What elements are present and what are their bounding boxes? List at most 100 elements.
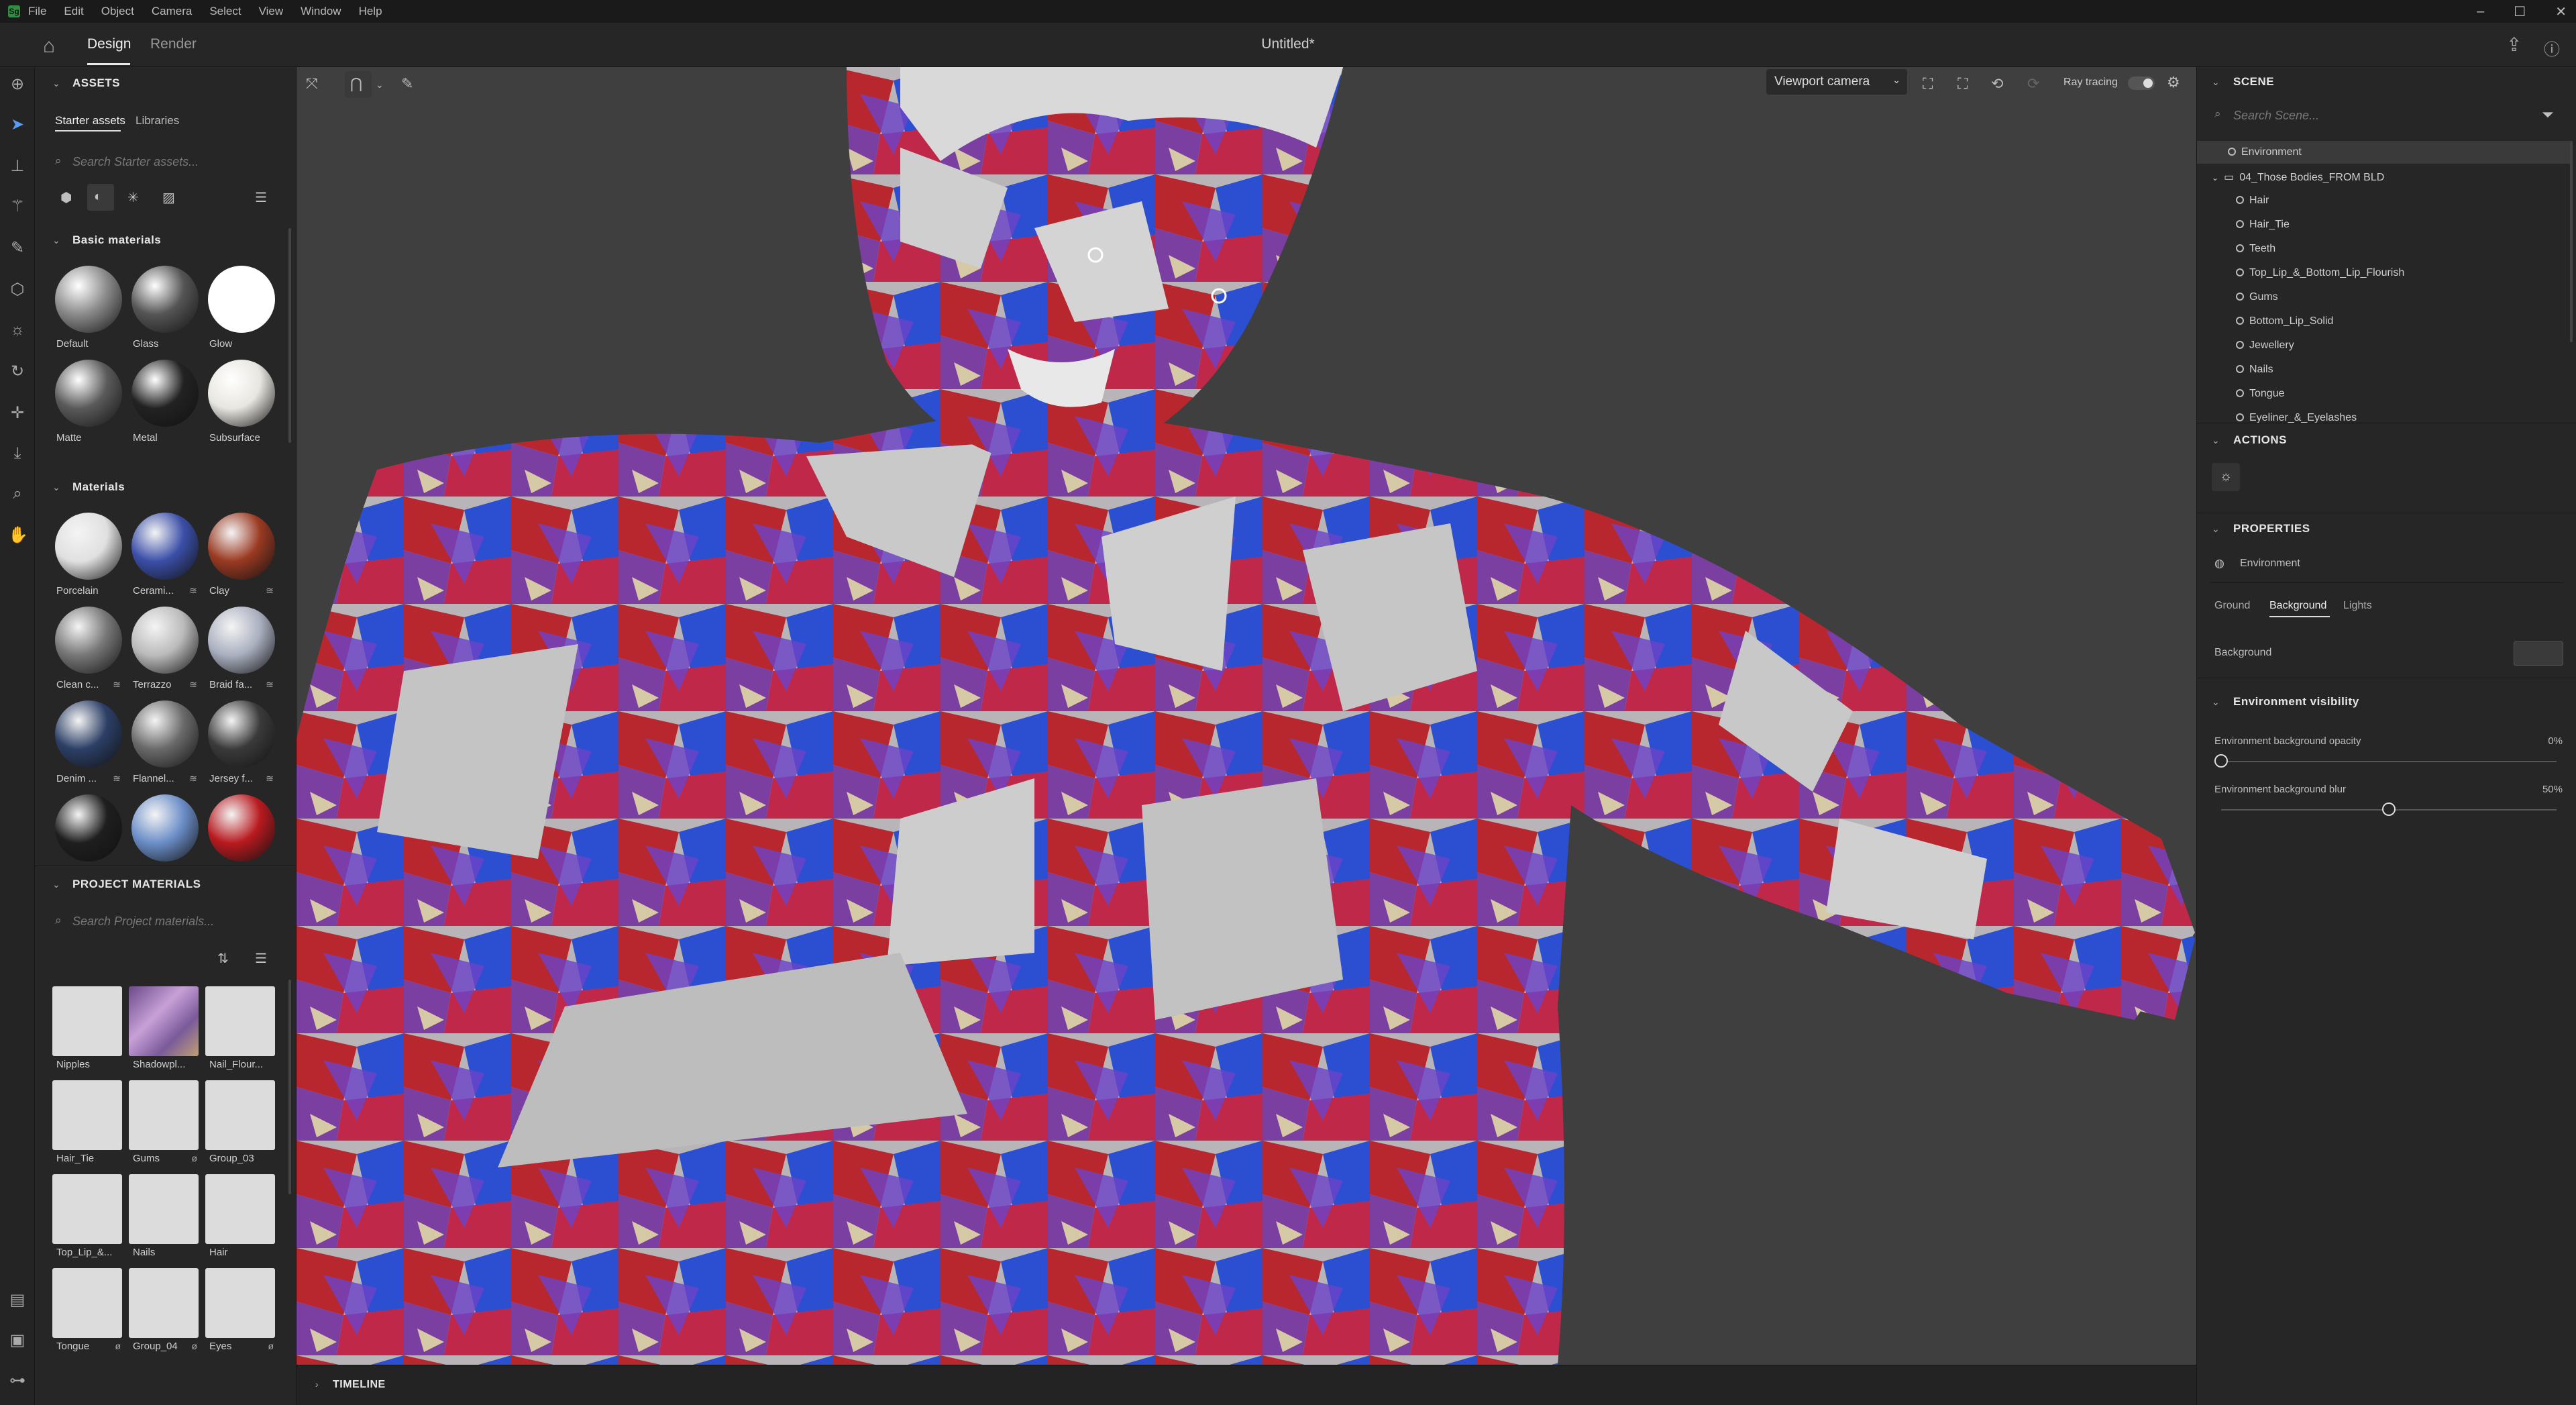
- tab-ground[interactable]: Ground: [2214, 600, 2250, 612]
- magnet-icon[interactable]: ⋂: [350, 75, 362, 93]
- filter-icon[interactable]: ⏷: [2542, 106, 2554, 123]
- select-tool-icon[interactable]: ➤: [8, 115, 27, 134]
- scene-search-input[interactable]: Search Scene...: [2233, 109, 2319, 123]
- project-material-tile[interactable]: Top_Lip_&...: [52, 1174, 122, 1268]
- scene-scrollbar[interactable]: [2570, 141, 2573, 342]
- background-color-swatch[interactable]: [2514, 641, 2563, 666]
- chevron-down-icon[interactable]: ⌄: [52, 879, 60, 890]
- scene-tree-item[interactable]: Top_Lip_&_Bottom_Lip_Flourish: [2236, 267, 2404, 279]
- menu-select[interactable]: Select: [209, 5, 241, 18]
- assets-search-input[interactable]: Search Starter assets...: [72, 155, 199, 169]
- tab-background[interactable]: Background: [2269, 600, 2326, 612]
- drop-icon[interactable]: ⤓: [8, 444, 27, 463]
- close-button[interactable]: ✕: [2555, 3, 2567, 20]
- material-tile[interactable]: [52, 794, 122, 888]
- scene-tree-item[interactable]: Hair: [2236, 195, 2269, 207]
- material-tile[interactable]: [129, 794, 199, 888]
- tab-libraries[interactable]: Libraries: [136, 114, 179, 127]
- chevron-down-icon[interactable]: ⌄: [376, 79, 384, 91]
- material-tile[interactable]: Matte: [52, 360, 122, 454]
- menu-edit[interactable]: Edit: [64, 5, 83, 18]
- image-filter-icon[interactable]: ▨: [162, 189, 175, 206]
- add-icon[interactable]: ⊕: [8, 75, 27, 94]
- project-material-tile[interactable]: Hair_Tie: [52, 1080, 122, 1174]
- menu-camera[interactable]: Camera: [152, 5, 192, 18]
- project-search-input[interactable]: Search Project materials...: [72, 915, 214, 929]
- material-tile[interactable]: Terrazzo ≋: [129, 607, 199, 700]
- project-material-tile[interactable]: Nipples: [52, 986, 122, 1080]
- scene-tree-item[interactable]: Environment: [2228, 146, 2302, 158]
- scene-tree-item[interactable]: Bottom_Lip_Solid: [2236, 315, 2333, 327]
- share-icon[interactable]: ⇪: [2506, 34, 2522, 56]
- transform-icon[interactable]: ⤧: [306, 75, 318, 93]
- align-tool-icon[interactable]: ⊥: [8, 157, 27, 176]
- scene-tree-item[interactable]: Tongue: [2236, 388, 2285, 400]
- material-tile[interactable]: Clay ≋: [205, 513, 275, 607]
- opacity-slider-track[interactable]: [2221, 761, 2557, 762]
- project-scrollbar[interactable]: [288, 980, 291, 1194]
- help-icon[interactable]: ⓘ: [2544, 36, 2560, 60]
- action-light-icon[interactable]: ☼: [2212, 463, 2240, 491]
- chevron-down-icon[interactable]: ⌄: [2212, 76, 2220, 88]
- scene-tree-item[interactable]: Jewellery: [2236, 340, 2294, 352]
- scene-tree-item[interactable]: Nails: [2236, 364, 2273, 376]
- material-tile[interactable]: Glow: [205, 266, 275, 360]
- chevron-down-icon[interactable]: ⌄: [2212, 523, 2220, 535]
- project-material-tile[interactable]: Group_04 ø: [129, 1268, 199, 1362]
- chevron-down-icon[interactable]: ⌄: [52, 235, 60, 246]
- project-material-tile[interactable]: Gums ø: [129, 1080, 199, 1174]
- menu-window[interactable]: Window: [301, 5, 341, 18]
- hierarchy-icon[interactable]: ⊶: [8, 1371, 27, 1390]
- assets-scrollbar[interactable]: [288, 228, 291, 443]
- material-tile[interactable]: Braid fa... ≋: [205, 607, 275, 700]
- chevron-down-icon[interactable]: ⌄: [52, 78, 60, 89]
- camera-history-icon[interactable]: ⟳: [2027, 75, 2039, 93]
- sample-tool-icon[interactable]: ✎: [8, 239, 27, 258]
- project-material-tile[interactable]: Group_03: [205, 1080, 275, 1174]
- project-material-tile[interactable]: Shadowpl...: [129, 986, 199, 1080]
- chevron-down-icon[interactable]: ⌄: [2212, 696, 2220, 708]
- sort-icon[interactable]: ⇅: [217, 950, 229, 967]
- material-tile[interactable]: Subsurface: [205, 360, 275, 454]
- camera-reset-icon[interactable]: ⟲: [1991, 75, 2003, 93]
- edit-icon[interactable]: ✎: [401, 75, 413, 93]
- camera-select[interactable]: Viewport camera ⌄: [1766, 69, 1907, 95]
- camera-bookmark-icon[interactable]: ⛶: [1923, 75, 1933, 93]
- menu-view[interactable]: View: [259, 5, 284, 18]
- ray-tracing-toggle[interactable]: [2128, 76, 2155, 90]
- light-filter-icon[interactable]: ✳: [127, 189, 139, 206]
- project-material-tile[interactable]: Hair: [205, 1174, 275, 1268]
- timeline-bar[interactable]: › TIMELINE: [297, 1365, 2196, 1405]
- scene-tree-item[interactable]: Hair_Tie: [2236, 219, 2290, 231]
- chevron-down-icon[interactable]: ⌄: [2212, 173, 2218, 183]
- viewport-canvas[interactable]: [297, 67, 2196, 1365]
- tab-lights[interactable]: Lights: [2343, 600, 2372, 612]
- box-tool-icon[interactable]: ⬡: [8, 280, 27, 299]
- menu-object[interactable]: Object: [101, 5, 134, 18]
- chevron-right-icon[interactable]: ›: [315, 1379, 319, 1390]
- project-material-tile[interactable]: Eyes ø: [205, 1268, 275, 1362]
- material-tile[interactable]: Default: [52, 266, 122, 360]
- material-tile[interactable]: Metal: [129, 360, 199, 454]
- scene-tree-item[interactable]: ⌄ ▭ 04_Those Bodies_FROM BLD: [2212, 170, 2384, 184]
- material-tile[interactable]: Glass: [129, 266, 199, 360]
- menu-help[interactable]: Help: [359, 5, 382, 18]
- material-tile[interactable]: Cerami... ≋: [129, 513, 199, 607]
- material-tile[interactable]: [205, 794, 275, 888]
- material-tile[interactable]: Porcelain: [52, 513, 122, 607]
- hand-icon[interactable]: ✋: [8, 526, 28, 545]
- chevron-down-icon[interactable]: ⌄: [2212, 435, 2220, 446]
- briefcase-icon[interactable]: ▣: [8, 1331, 27, 1350]
- camera-frame-icon[interactable]: ⛶: [1957, 75, 1968, 93]
- pan-move-icon[interactable]: ✛: [8, 404, 27, 423]
- maximize-button[interactable]: ☐: [2514, 3, 2526, 20]
- material-tile[interactable]: Denim ... ≋: [52, 700, 122, 794]
- minimize-button[interactable]: –: [2477, 4, 2484, 19]
- list-view-icon[interactable]: ☰: [255, 189, 267, 206]
- scene-tree-item[interactable]: Gums: [2236, 291, 2278, 303]
- project-material-tile[interactable]: Tongue ø: [52, 1268, 122, 1362]
- orbit-tool-icon[interactable]: ↻: [8, 362, 27, 381]
- zoom-icon[interactable]: ⌕: [8, 484, 27, 503]
- tab-starter-assets[interactable]: Starter assets: [55, 114, 125, 127]
- archive-icon[interactable]: ▤: [8, 1291, 27, 1310]
